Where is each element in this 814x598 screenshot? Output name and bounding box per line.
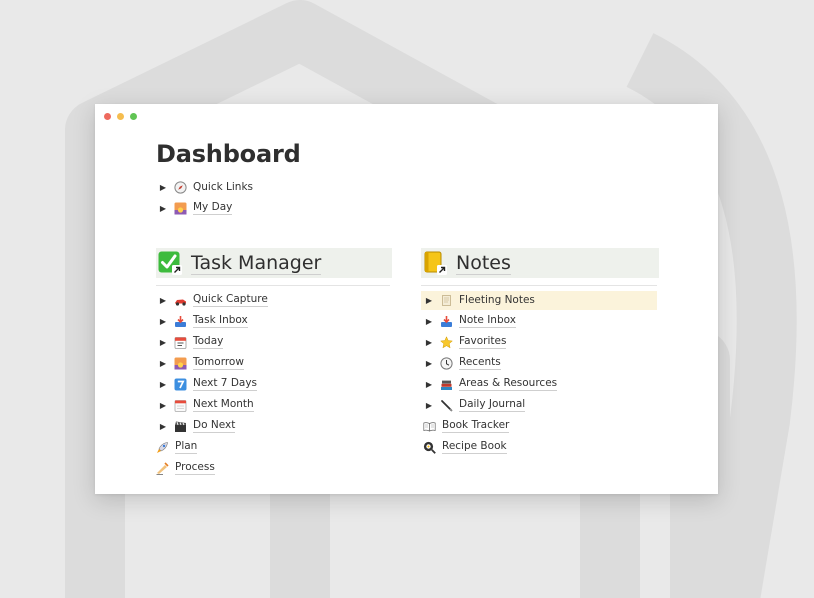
process-link[interactable]: Process [175, 461, 215, 475]
toggle-caret-icon[interactable]: ▶ [424, 338, 434, 347]
inbox-tray-icon [440, 315, 453, 328]
scroll-icon [440, 294, 453, 307]
task-inbox-link[interactable]: Task Inbox [193, 314, 248, 328]
writing-hand-icon [156, 461, 169, 475]
toggle-favorites[interactable]: ▶ Favorites [424, 332, 507, 352]
toggle-caret-icon[interactable]: ▶ [424, 359, 434, 368]
toggle-today[interactable]: ▶ Today [158, 332, 224, 352]
clapper-board-icon [174, 420, 187, 433]
minimize-window-button[interactable] [117, 113, 124, 120]
toggle-caret-icon[interactable]: ▶ [158, 359, 168, 368]
process-page[interactable]: Process [156, 458, 215, 478]
tear-off-calendar-icon [174, 399, 187, 412]
calendar-icon [174, 336, 187, 349]
toggle-caret-icon[interactable]: ▶ [158, 296, 168, 305]
sunrise-icon [174, 357, 187, 370]
divider [421, 285, 657, 286]
toggle-caret-icon[interactable]: ▶ [424, 296, 434, 305]
toggle-caret-icon[interactable]: ▶ [158, 401, 168, 410]
today-link[interactable]: Today [193, 335, 224, 349]
toggle-daily-journal[interactable]: ▶ Daily Journal [424, 395, 526, 415]
window-controls [104, 113, 137, 120]
recipe-book-link[interactable]: Recipe Book [442, 440, 507, 454]
sunrise-icon [174, 202, 187, 215]
toggle-quick-links[interactable]: ▶ Quick Links [158, 177, 253, 197]
toggle-note-inbox[interactable]: ▶ Note Inbox [424, 311, 516, 331]
book-tracker-link[interactable]: Book Tracker [442, 419, 510, 433]
toggle-do-next[interactable]: ▶ Do Next [158, 416, 236, 436]
frying-pan-icon [423, 441, 436, 454]
quick-links-label: Quick Links [193, 180, 254, 193]
star-icon [440, 335, 453, 349]
note-inbox-link[interactable]: Note Inbox [459, 314, 516, 328]
clock-icon [440, 356, 453, 370]
pen-icon [440, 399, 453, 412]
fleeting-notes-label: Fleeting Notes [459, 293, 535, 306]
inbox-tray-icon [174, 315, 187, 328]
toggle-task-inbox[interactable]: ▶ Task Inbox [158, 311, 248, 331]
toggle-next-month[interactable]: ▶ Next Month [158, 395, 254, 415]
rocket-icon [156, 441, 169, 454]
plan-link[interactable]: Plan [175, 440, 198, 454]
quick-capture-link[interactable]: Quick Capture [193, 293, 268, 307]
next-month-link[interactable]: Next Month [193, 398, 254, 412]
notes-heading[interactable]: Notes [421, 248, 659, 278]
toggle-caret-icon[interactable]: ▶ [158, 317, 168, 326]
notebook-icon [423, 251, 447, 275]
toggle-caret-icon[interactable]: ▶ [158, 422, 168, 431]
race-car-icon [174, 294, 187, 307]
toggle-areas-resources[interactable]: ▶ Areas & Resources [424, 374, 558, 394]
check-box-icon [158, 251, 182, 275]
tomorrow-link[interactable]: Tomorrow [193, 356, 244, 370]
task-manager-title[interactable]: Task Manager [191, 252, 322, 275]
do-next-link[interactable]: Do Next [193, 419, 236, 433]
seven-icon [174, 378, 187, 391]
daily-journal-link[interactable]: Daily Journal [459, 398, 526, 412]
zoom-window-button[interactable] [130, 113, 137, 120]
toggle-caret-icon[interactable]: ▶ [424, 401, 434, 410]
toggle-quick-capture[interactable]: ▶ Quick Capture [158, 290, 268, 310]
toggle-my-day[interactable]: ▶ My Day [158, 198, 233, 218]
toggle-caret-icon[interactable]: ▶ [158, 183, 168, 192]
toggle-caret-icon[interactable]: ▶ [158, 204, 168, 213]
recents-link[interactable]: Recents [459, 356, 501, 370]
plan-page[interactable]: Plan [156, 437, 198, 457]
recipe-book-page[interactable]: Recipe Book [423, 437, 507, 457]
notes-title[interactable]: Notes [456, 252, 511, 275]
toggle-fleeting-notes[interactable]: ▶ Fleeting Notes [424, 290, 535, 310]
toggle-caret-icon[interactable]: ▶ [158, 380, 168, 389]
task-manager-heading[interactable]: Task Manager [156, 248, 392, 278]
page-title: Dashboard [156, 140, 301, 168]
favorites-link[interactable]: Favorites [459, 335, 507, 349]
toggle-tomorrow[interactable]: ▶ Tomorrow [158, 353, 244, 373]
book-tracker-page[interactable]: Book Tracker [423, 416, 510, 436]
my-day-link[interactable]: My Day [193, 201, 233, 215]
toggle-caret-icon[interactable]: ▶ [158, 338, 168, 347]
toggle-next-7-days[interactable]: ▶ Next 7 Days [158, 374, 258, 394]
open-book-icon [423, 420, 436, 433]
toggle-caret-icon[interactable]: ▶ [424, 380, 434, 389]
toggle-caret-icon[interactable]: ▶ [424, 317, 434, 326]
toggle-recents[interactable]: ▶ Recents [424, 353, 501, 373]
close-window-button[interactable] [104, 113, 111, 120]
compass-icon [174, 180, 187, 194]
next-7-days-link[interactable]: Next 7 Days [193, 377, 258, 391]
books-icon [440, 378, 453, 391]
divider [156, 285, 390, 286]
areas-resources-link[interactable]: Areas & Resources [459, 377, 558, 391]
app-window: Dashboard ▶ Quick Links ▶ My Day Task Ma… [95, 104, 718, 494]
